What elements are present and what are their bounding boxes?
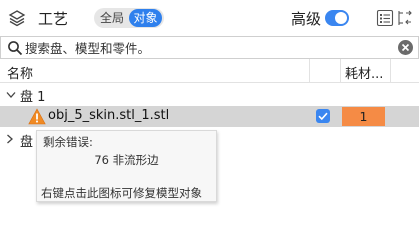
column-divider [390,59,391,83]
tooltip-error-count: 76 非流形边 [94,153,159,167]
error-tooltip: 剩余错误: 76 非流形边 右键点击此图标可修复模型对象 [36,130,217,202]
search-input[interactable] [25,39,385,57]
column-divider [309,59,310,83]
process-toolbar: 工艺 全局 对象 高级 [0,0,419,36]
search-icon [8,41,23,56]
plate-label: 盘 1 [20,90,46,105]
check-icon [318,112,328,121]
tooltip-hint: 右键点击此图标可修复模型对象 [41,186,202,200]
search-bar [0,36,419,59]
process-title: 工艺 [38,10,69,28]
column-divider [340,59,341,83]
scope-object-option[interactable]: 对象 [129,9,162,27]
advanced-switch[interactable] [325,10,349,26]
object-row[interactable]: obj_5_skin.stl_1.stl 1 [0,106,419,127]
switch-knob [335,12,347,24]
filament-selector[interactable]: 1 [342,107,385,126]
chevron-down-icon[interactable] [6,91,16,99]
object-table-header: 名称 耗材... [0,59,419,83]
tooltip-title: 剩余错误: [43,135,93,149]
advanced-label: 高级 [291,10,322,28]
scope-global-option[interactable]: 全局 [96,8,128,28]
object-visible-checkbox[interactable] [316,109,330,123]
chevron-right-icon[interactable] [6,134,14,144]
plate-row[interactable]: 盘 1 [0,83,419,106]
list-settings-icon[interactable] [376,9,394,27]
column-name-header[interactable]: 名称 [7,63,33,82]
scope-toggle: 全局 对象 [94,8,164,28]
layers-icon[interactable] [8,9,26,27]
clear-icon[interactable] [397,39,414,56]
warning-icon[interactable] [28,108,46,125]
column-filament-header[interactable]: 耗材... [345,63,383,82]
object-name: obj_5_skin.stl_1.stl [48,108,170,123]
compare-icon[interactable] [396,9,414,27]
